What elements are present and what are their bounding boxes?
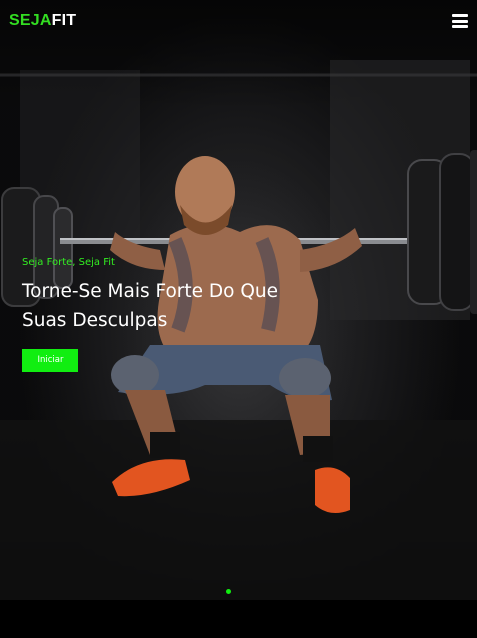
top-navigation-bar: SEJAFIT: [0, 0, 477, 42]
hamburger-menu-icon[interactable]: [452, 14, 468, 28]
hero-kicker: Seja Forte, Seja Fit: [22, 257, 115, 268]
logo-text-seja: SEJA: [9, 12, 52, 29]
right-weight-plates: [407, 150, 477, 314]
logo-text-fit: FIT: [51, 12, 77, 29]
slider-indicator-dot[interactable]: [226, 589, 231, 594]
menu-bar: [452, 25, 468, 28]
brand-logo[interactable]: SEJAFIT: [9, 12, 76, 30]
hero-headline: Torne-Se Mais Forte Do Que Suas Desculpa…: [22, 281, 279, 331]
bottom-strip: [0, 600, 477, 638]
menu-bar: [452, 14, 468, 17]
menu-bar: [452, 19, 468, 23]
hero-caption: Seja Forte, Seja Fit Torne-Se Mais Forte…: [22, 257, 302, 372]
start-button[interactable]: Iniciar: [22, 349, 78, 372]
